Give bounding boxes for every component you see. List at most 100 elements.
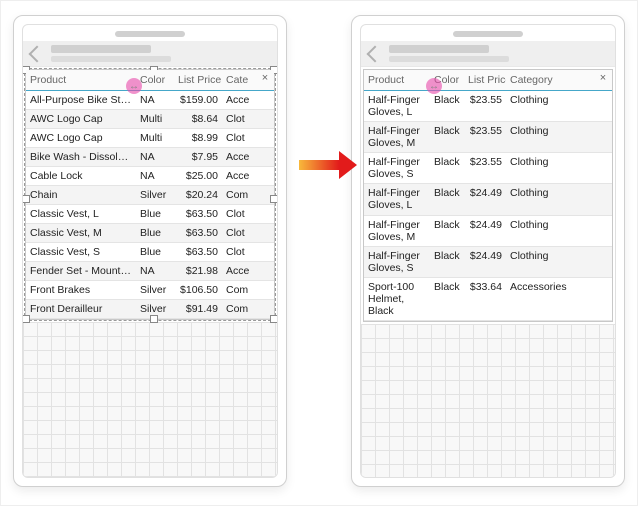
cell-color: NA [136,148,174,166]
canvas-grid [23,322,277,477]
title-placeholder [51,45,151,53]
column-resize-handle[interactable] [426,78,442,94]
table-row[interactable]: AWC Logo CapMulti$8.99Clot [26,129,274,148]
cell-price: $7.95 [174,148,222,166]
table-row[interactable]: Fender Set - MountainNA$21.98Acce [26,262,274,281]
table-row[interactable]: Bike Wash - DissolverNA$7.95Acce [26,148,274,167]
back-icon[interactable] [29,45,46,62]
table-row[interactable]: AWC Logo CapMulti$8.64Clot [26,110,274,129]
cell-price: $23.55 [464,91,506,121]
table-row[interactable]: Half-Finger Gloves, SBlack$24.49Clothing [364,247,612,278]
cell-color: NA [136,167,174,185]
cell-price: $8.64 [174,110,222,128]
column-resize-handle[interactable] [126,78,142,94]
col-product[interactable]: Product [364,70,430,90]
cell-product: All-Purpose Bike Stand [26,91,136,109]
cell-product: Half-Finger Gloves, S [364,153,430,183]
cell-product: AWC Logo Cap [26,110,136,128]
cell-color: Multi [136,129,174,147]
cell-product: Bike Wash - Dissolver [26,148,136,166]
canvas-grid [361,324,615,477]
arrow-icon [299,151,357,179]
cell-product: Half-Finger Gloves, S [364,247,430,277]
cell-product: Sport-100 Helmet, Black [364,278,430,320]
cell-price: $63.50 [174,243,222,261]
cell-product: AWC Logo Cap [26,129,136,147]
cell-product: Cable Lock [26,167,136,185]
cell-category: Clot [222,224,262,242]
cell-color: Black [430,122,464,152]
cell-price: $33.64 [464,278,506,320]
cell-price: $8.99 [174,129,222,147]
cell-category: Acce [222,167,262,185]
cell-color: Blue [136,243,174,261]
col-category[interactable]: Category [506,70,596,90]
cell-category: Clothing [506,91,596,121]
close-icon[interactable]: × [258,72,272,86]
cell-product: Half-Finger Gloves, L [364,184,430,214]
data-table-right[interactable]: Product Color List Price Category × Half… [363,69,613,322]
cell-price: $21.98 [174,262,222,280]
table-row[interactable]: All-Purpose Bike StandNA$159.00Acce [26,91,274,110]
cell-color: NA [136,91,174,109]
subtitle-placeholder [389,56,509,62]
col-category[interactable]: Cate [222,70,262,90]
col-price[interactable]: List Price [464,70,506,90]
cell-price: $63.50 [174,205,222,223]
cell-color: Black [430,91,464,121]
col-price[interactable]: List Price [174,70,222,90]
cell-product: Front Brakes [26,281,136,299]
table-row[interactable]: Half-Finger Gloves, SBlack$23.55Clothing [364,153,612,184]
cell-color: Black [430,278,464,320]
table-header: Product Color List Price Cate × [26,70,274,91]
cell-price: $159.00 [174,91,222,109]
table-row[interactable]: Sport-100 Helmet, BlackBlack$33.64Access… [364,278,612,321]
cell-product: Half-Finger Gloves, M [364,122,430,152]
cell-color: NA [136,262,174,280]
phone-speaker [115,31,185,37]
table-row[interactable]: Front BrakesSilver$106.50Com [26,281,274,300]
cell-product: Classic Vest, L [26,205,136,223]
data-table-left[interactable]: Product Color List Price Cate × All-Purp… [25,69,275,320]
table-row[interactable]: Classic Vest, MBlue$63.50Clot [26,224,274,243]
cell-color: Blue [136,224,174,242]
table-row[interactable]: Classic Vest, LBlue$63.50Clot [26,205,274,224]
cell-product: Fender Set - Mountain [26,262,136,280]
table-row[interactable]: Classic Vest, SBlue$63.50Clot [26,243,274,262]
cell-color: Black [430,153,464,183]
cell-category: Accessories [506,278,596,320]
cell-category: Acce [222,91,262,109]
cell-category: Clothing [506,122,596,152]
table-row[interactable]: Cable LockNA$25.00Acce [26,167,274,186]
close-icon[interactable]: × [596,72,610,86]
table-row[interactable]: Half-Finger Gloves, LBlack$23.55Clothing [364,91,612,122]
phone-speaker [453,31,523,37]
table-row[interactable]: Half-Finger Gloves, MBlack$23.55Clothing [364,122,612,153]
back-icon[interactable] [367,45,384,62]
col-product[interactable]: Product [26,70,136,90]
app-header [361,41,615,67]
table-row[interactable]: Half-Finger Gloves, LBlack$24.49Clothing [364,184,612,215]
comparison-stage: Product Color List Price Cate × All-Purp… [0,0,638,506]
cell-color: Blue [136,205,174,223]
cell-category: Clothing [506,216,596,246]
cell-price: $24.49 [464,184,506,214]
cell-product: Classic Vest, S [26,243,136,261]
cell-color: Black [430,247,464,277]
cell-price: $24.49 [464,216,506,246]
cell-color: Silver [136,281,174,299]
cell-category: Clothing [506,247,596,277]
subtitle-placeholder [51,56,171,62]
cell-color: Silver [136,186,174,204]
cell-category: Clot [222,129,262,147]
table-row[interactable]: Half-Finger Gloves, MBlack$24.49Clothing [364,216,612,247]
cell-category: Acce [222,262,262,280]
cell-category: Clot [222,110,262,128]
cell-product: Half-Finger Gloves, L [364,91,430,121]
cell-price: $23.55 [464,122,506,152]
table-row[interactable]: ChainSilver$20.24Com [26,186,274,205]
cell-category: Com [222,281,262,299]
phone-mock-left: Product Color List Price Cate × All-Purp… [13,15,287,487]
cell-price: $23.55 [464,153,506,183]
cell-price: $25.00 [174,167,222,185]
